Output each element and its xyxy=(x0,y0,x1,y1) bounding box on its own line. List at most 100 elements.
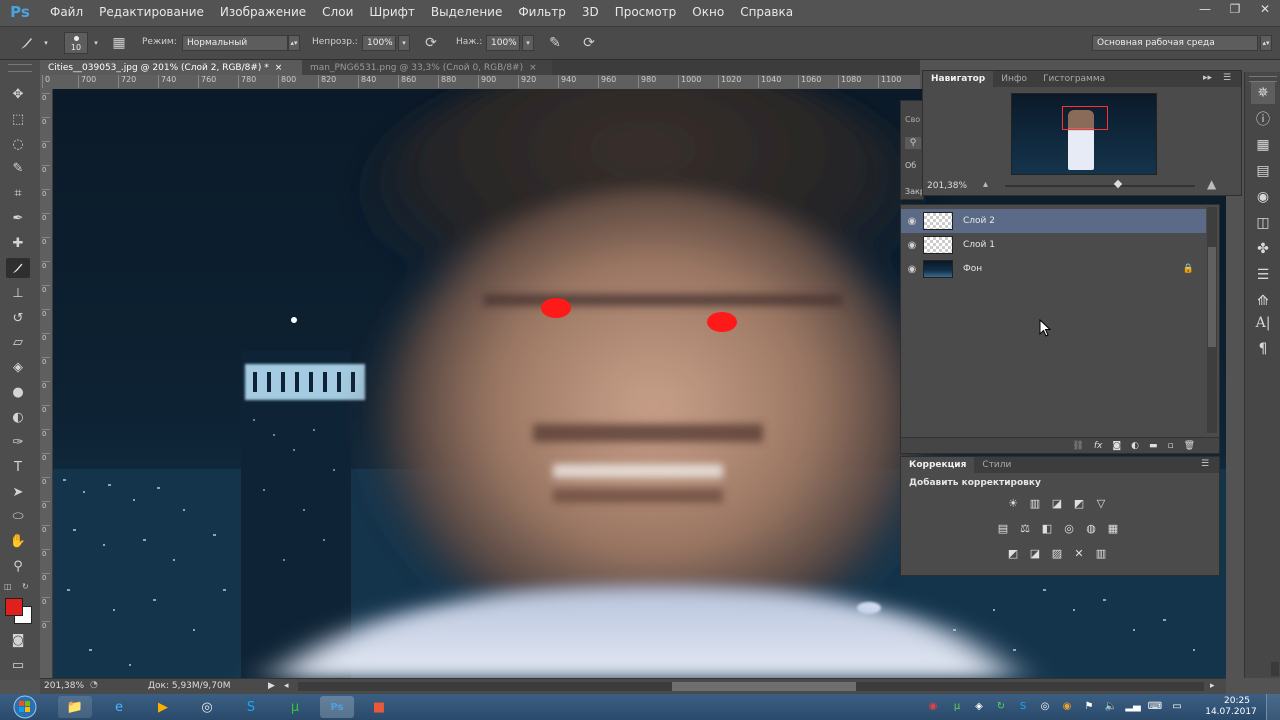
strip-scrollbar[interactable] xyxy=(1271,662,1279,676)
menu-filter[interactable]: Фильтр xyxy=(510,5,573,19)
close-tab-icon[interactable]: × xyxy=(275,63,283,73)
tray-app-icon[interactable]: ◈ xyxy=(972,699,986,713)
layer-name[interactable]: Фон xyxy=(963,264,982,274)
tab-cities-document[interactable]: Cities__039053_.jpg @ 201% (Слой 2, RGB/… xyxy=(40,60,302,75)
navigator-view-box[interactable] xyxy=(1062,106,1108,130)
layer-name[interactable]: Слой 2 xyxy=(963,216,995,226)
horizontal-scroll-thumb[interactable] xyxy=(672,682,856,691)
flow-field[interactable]: 100% xyxy=(486,35,520,51)
workspace-select[interactable]: Основная рабочая среда xyxy=(1092,35,1258,51)
link-layers-icon[interactable]: ⛓ xyxy=(1072,441,1083,451)
histogram-panel-icon[interactable]: ▦ xyxy=(1251,134,1275,156)
bucket-tool-icon[interactable]: ◈ xyxy=(6,357,30,377)
menu-layers[interactable]: Слои xyxy=(314,5,361,19)
layer-name[interactable]: Слой 1 xyxy=(963,240,995,250)
layer-row-background[interactable]: ◉ Фон 🔒 xyxy=(901,257,1206,281)
start-button[interactable] xyxy=(8,694,42,720)
chrome-taskbar-icon[interactable]: ◎ xyxy=(190,696,224,718)
info-panel-icon[interactable]: ⓘ xyxy=(1251,108,1275,130)
media-player-taskbar-icon[interactable]: ▶ xyxy=(146,696,180,718)
tray-flag-icon[interactable]: ⚑ xyxy=(1082,699,1096,713)
tray-security-icon[interactable]: ◉ xyxy=(1060,699,1074,713)
photoshop-taskbar-icon[interactable]: Ps xyxy=(320,696,354,718)
blur-tool-icon[interactable]: ● xyxy=(6,382,30,402)
zoom-out-icon[interactable]: ▴ xyxy=(983,179,988,190)
menu-edit[interactable]: Редактирование xyxy=(91,5,212,19)
brush-tool-icon[interactable] xyxy=(18,34,36,52)
blend-mode-dropdown[interactable]: ▴▾ xyxy=(288,35,300,51)
status-menu-arrow-icon[interactable]: ▶ xyxy=(268,681,275,691)
add-mask-icon[interactable]: ◙ xyxy=(1112,441,1121,451)
new-adjustment-layer-icon[interactable]: ◐ xyxy=(1131,441,1139,451)
levels-icon[interactable]: ▥ xyxy=(1027,495,1043,511)
path-select-tool-icon[interactable]: ➤ xyxy=(6,482,30,502)
marquee-tool-icon[interactable]: ⬚ xyxy=(6,109,30,129)
tray-volume-icon[interactable]: 🔈 xyxy=(1104,699,1118,713)
curves-icon[interactable]: ◪ xyxy=(1049,495,1065,511)
torrent-taskbar-icon[interactable]: µ xyxy=(278,696,312,718)
airbrush-icon[interactable]: ✎ xyxy=(546,34,564,52)
scroll-left-icon[interactable]: ◂ xyxy=(284,681,289,691)
adjustments-panel-icon[interactable]: ☰ xyxy=(1251,264,1275,286)
layers-scrollbar[interactable] xyxy=(1207,207,1217,433)
zoom-level[interactable]: 201,38% xyxy=(44,681,84,691)
quick-mask-icon[interactable]: ◙ xyxy=(6,630,30,650)
vertical-ruler[interactable]: 0 0 0 0 0 0 0 0 0 0 0 0 0 0 0 0 0 0 0 0 … xyxy=(40,89,53,678)
zoom-slider-track[interactable] xyxy=(1005,185,1195,187)
brightness-contrast-icon[interactable]: ☀ xyxy=(1005,495,1021,511)
restore-icon[interactable]: ❐ xyxy=(1220,0,1250,18)
visibility-eye-icon[interactable]: ◉ xyxy=(901,216,923,227)
clock-date[interactable]: 14.07.2017 xyxy=(1200,707,1262,717)
zoom-in-icon[interactable]: ▲ xyxy=(1207,177,1216,191)
tab-styles[interactable]: Стили xyxy=(974,457,1019,473)
menu-help[interactable]: Справка xyxy=(732,5,801,19)
gradient-map-icon[interactable]: ▥ xyxy=(1093,545,1109,561)
app-taskbar-icon[interactable]: ■ xyxy=(362,696,396,718)
hue-saturation-icon[interactable]: ▤ xyxy=(995,520,1011,536)
layers-scroll-thumb[interactable] xyxy=(1208,247,1216,347)
vibrance-icon[interactable]: ▽ xyxy=(1093,495,1109,511)
opacity-dropdown[interactable]: ▾ xyxy=(398,35,410,51)
hand-tool-icon[interactable]: ✋ xyxy=(6,531,30,551)
collapsed-properties-panel[interactable]: Сво ⚲ Об Закр xyxy=(900,100,925,200)
layer-row-layer2[interactable]: ◉ Слой 2 xyxy=(901,209,1206,233)
color-balance-icon[interactable]: ⚖ xyxy=(1017,520,1033,536)
new-layer-icon[interactable]: ▫ xyxy=(1167,441,1173,451)
search-icon[interactable]: ⚲ xyxy=(905,137,921,149)
tab-histogram[interactable]: Гистограмма xyxy=(1035,71,1113,87)
swatches-panel-icon[interactable]: ◉ xyxy=(1251,186,1275,208)
foreground-color-swatch[interactable] xyxy=(5,598,23,616)
tab-info[interactable]: Инфо xyxy=(993,71,1035,87)
scroll-right-icon[interactable]: ▸ xyxy=(1210,681,1215,691)
tab-navigator[interactable]: Навигатор xyxy=(923,71,994,87)
horizontal-scrollbar[interactable] xyxy=(298,682,1204,691)
tray-recording-icon[interactable]: ◉ xyxy=(926,699,940,713)
menu-image[interactable]: Изображение xyxy=(212,5,314,19)
tray-keyboard-icon[interactable]: ⌨ xyxy=(1148,699,1162,713)
close-tab-icon[interactable]: × xyxy=(529,63,537,73)
styles-panel-icon[interactable]: ⟰ xyxy=(1251,290,1275,312)
status-share-icon[interactable]: ◔ xyxy=(90,680,102,692)
brush-tool-button[interactable] xyxy=(6,258,30,278)
crop-tool-icon[interactable]: ⌗ xyxy=(6,183,30,203)
menu-3d[interactable]: 3D xyxy=(574,5,607,19)
paragraph-panel-icon[interactable]: ¶ xyxy=(1251,338,1275,360)
brush-preset-picker[interactable]: 10 xyxy=(64,32,88,54)
stamp-tool-icon[interactable]: ⊥ xyxy=(6,283,30,303)
tray-skype-icon[interactable]: S xyxy=(1016,699,1030,713)
menu-view[interactable]: Просмотр xyxy=(607,5,685,19)
brush-size-dropdown[interactable]: ▾ xyxy=(90,35,102,51)
exposure-icon[interactable]: ◩ xyxy=(1071,495,1087,511)
close-window-icon[interactable]: ✕ xyxy=(1250,0,1280,18)
clock-time[interactable]: 20:25 xyxy=(1212,696,1262,706)
swap-colors-icon[interactable]: ↻ xyxy=(22,582,32,592)
opacity-pressure-icon[interactable]: ⟳ xyxy=(422,34,440,52)
panel-menu-icon[interactable]: ☰ xyxy=(1223,73,1231,83)
eyedropper-tool-icon[interactable]: ✒ xyxy=(6,208,30,228)
ie-taskbar-icon[interactable]: e xyxy=(102,696,136,718)
layer-comps-icon[interactable]: ◫ xyxy=(1251,212,1275,234)
invert-icon[interactable]: ◩ xyxy=(1005,545,1021,561)
brush-panel-icon[interactable]: ▦ xyxy=(110,34,128,52)
tray-chrome-icon[interactable]: ◎ xyxy=(1038,699,1052,713)
tab-man-document[interactable]: man_PNG6531.png @ 33,3% (Слой 0, RGB/8#)… xyxy=(302,60,552,75)
